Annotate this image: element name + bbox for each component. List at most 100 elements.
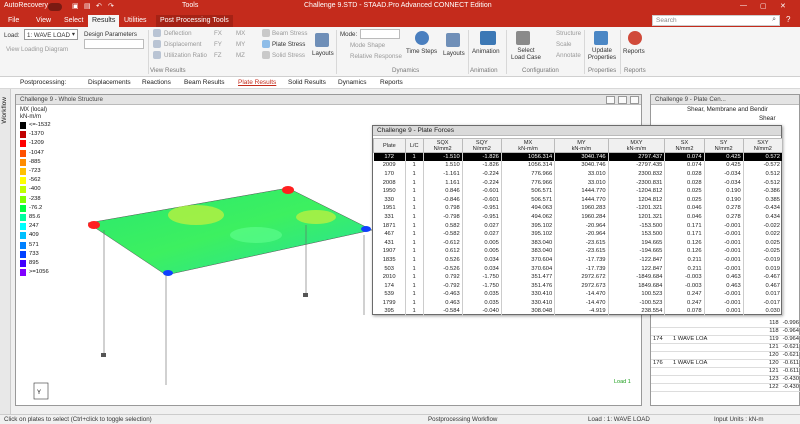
relative-response-button[interactable]: Relative Response	[350, 53, 402, 60]
fz-button[interactable]: FZ	[214, 52, 222, 59]
pp-tab-displacements[interactable]: Displacements	[88, 79, 131, 86]
deflection-button[interactable]: Deflection	[164, 30, 192, 37]
column-header[interactable]: SQY N/mm2	[461, 138, 502, 153]
reports-button[interactable]: Reports	[623, 48, 645, 55]
table-row[interactable]: 1951 1 0.798 -0.951 494.063 1960.283 -1201.321…	[373, 204, 784, 213]
update-properties-button[interactable]: Update Properties	[587, 47, 617, 61]
load-select[interactable]: 1: WAVE LOAD ▾	[24, 29, 78, 40]
open-icon[interactable]: ▤	[84, 2, 91, 10]
undo-icon[interactable]: ↶	[96, 2, 102, 10]
table-row[interactable]: 467 1 -0.582 0.027 395.102 -20.964 153.500 0.17…	[373, 229, 784, 239]
utilization-ratio-button[interactable]: Utilization Ratio	[164, 52, 207, 59]
mode-shape-button[interactable]: Mode Shape	[350, 42, 385, 49]
plate-centre-table[interactable]: 118 -0.996 118 -0.964 174 1 WAVE LOA 119 -0.964…	[651, 319, 800, 392]
beam-stress-button[interactable]: Beam Stress	[272, 30, 307, 37]
table-row[interactable]: 503 1 -0.526 0.034 370.604 -17.739 122.847 0.21…	[373, 264, 784, 273]
layouts-button-dynamics[interactable]: Layouts	[443, 50, 465, 57]
support-node[interactable]	[303, 293, 308, 297]
tab-post-processing-tools[interactable]: Post Processing Tools	[156, 15, 233, 27]
table-row[interactable]: 1907 1 0.612 0.005 383.040 -23.615 -194.665 0.1…	[373, 247, 784, 256]
pp-tab-solid-results[interactable]: Solid Results	[288, 79, 326, 86]
workflow-label[interactable]: Workflow	[1, 97, 8, 124]
column-header[interactable]: MXY kN-m/m	[607, 138, 666, 153]
tab-file[interactable]: File	[4, 15, 23, 27]
help-icon[interactable]: ?	[786, 15, 790, 24]
tab-view[interactable]: View	[32, 15, 55, 27]
column-header[interactable]: Plate	[373, 138, 406, 153]
pp-tab-reports[interactable]: Reports	[380, 79, 403, 86]
table-row[interactable]: 123 -0.430	[651, 375, 800, 384]
column-header[interactable]: SY N/mm2	[703, 138, 744, 153]
table-row[interactable]: 331 1 -0.798 -0.951 494.062 1960.284 1201.321 0…	[373, 212, 784, 222]
mode-select[interactable]	[360, 29, 400, 39]
table-row[interactable]: 118 -0.964	[651, 327, 800, 336]
layouts-button[interactable]: Layouts	[312, 50, 334, 57]
table-row[interactable]: 174 1 WAVE LOA 119 -0.964	[651, 335, 800, 344]
table-row[interactable]: 2009 1 1.510 -1.826 1056.314 3040.746 -2797.43…	[373, 161, 784, 170]
table-row[interactable]: 431 1 -0.612 0.005 383.040 -23.615 194.665 0.12…	[373, 238, 784, 248]
column-header[interactable]: L/C	[404, 138, 424, 153]
table-row[interactable]: 1835 1 0.526 0.034 370.604 -17.739 -122.847 0.2…	[373, 255, 784, 265]
workflow-strip[interactable]: Workflow	[0, 89, 11, 414]
annotate-button[interactable]: Annotate	[556, 52, 581, 59]
table-row[interactable]: 170 1 -1.161 -0.224 776.966 33.010 2300.832 0.0…	[373, 169, 784, 179]
pp-tab-plate-results[interactable]: Plate Results	[238, 79, 276, 86]
table-row[interactable]: 176 1 WAVE LOA 120 -0.611	[651, 359, 800, 368]
close-button[interactable]: ✕	[780, 2, 786, 10]
restore-window-button[interactable]	[618, 96, 627, 104]
time-steps-button[interactable]: Time Steps	[406, 48, 437, 55]
plate-surface[interactable]	[87, 187, 373, 276]
table-row[interactable]: 174 1 -0.792 -1.750 351.476 2972.673 1849.684-…	[373, 281, 784, 290]
scale-button[interactable]: Scale	[556, 41, 571, 48]
tab-utilities[interactable]: Utilities	[120, 15, 151, 27]
plate-forces-window[interactable]: Challenge 9 - Plate Forces Plate L/C SQX N/…	[372, 125, 784, 316]
save-icon[interactable]: ▣	[72, 2, 79, 10]
table-row[interactable]: 1950 1 0.846 -0.601 506.571 1444.770 -1204.812…	[373, 186, 784, 196]
view-loading-diagram-button[interactable]: View Loading Diagram	[6, 46, 68, 53]
select-load-case-button[interactable]: Select Load Case	[510, 47, 542, 61]
column-header[interactable]: SQX N/mm2	[422, 138, 463, 153]
pp-tab-dynamics[interactable]: Dynamics	[338, 79, 367, 86]
table-row[interactable]: 2008 1 1.161 -0.224 776.966 33.010 -2300.831 0.…	[373, 178, 784, 187]
tab-results[interactable]: Results	[88, 15, 120, 27]
plate-forces-table[interactable]: Plate L/C SQX N/mm2 SQY N/mm2 MX kN-m/m MY kN-m/m…	[373, 138, 784, 316]
table-row[interactable]: 122 -0.430	[651, 383, 800, 392]
mz-button[interactable]: MZ	[236, 52, 245, 59]
table-row[interactable]: 118 -0.996	[651, 319, 800, 328]
fx-button[interactable]: FX	[214, 30, 222, 37]
pp-tab-beam-results[interactable]: Beam Results	[184, 79, 224, 86]
structure-button[interactable]: Structure	[556, 30, 581, 37]
table-row[interactable]: 539 1 -0.463 0.035 330.410 -14.470 100.523 0.24…	[373, 290, 784, 299]
table-row[interactable]: 2010 1 0.792 -1.750 351.477 2972.672 -1849.684…	[373, 272, 784, 282]
table-row[interactable]: 330 1 -0.846 -0.601 506.571 1444.770 1204.812 0…	[373, 195, 784, 205]
mx-button[interactable]: MX	[236, 30, 245, 37]
autorecovery-toggle[interactable]	[48, 3, 62, 11]
animation-button[interactable]: Animation	[472, 48, 500, 55]
minimize-button[interactable]: —	[740, 2, 747, 9]
search-box[interactable]: Search ⌕	[652, 15, 780, 26]
table-row[interactable]: 120 -0.621	[651, 351, 800, 360]
table-row[interactable]: 1871 1 0.582 0.027 395.102 -20.964 -153.500 0.1…	[373, 221, 784, 230]
tab-select[interactable]: Select	[60, 15, 87, 27]
plate-stress-button[interactable]: Plate Stress	[272, 41, 305, 48]
table-row[interactable]: 172 1 -1.510 -1.826 1056.314 3040.746 2797.437…	[373, 152, 784, 162]
pp-tab-reactions[interactable]: Reactions	[142, 79, 171, 86]
autorecovery-label[interactable]: AutoRecovery	[4, 2, 48, 9]
column-header[interactable]: MX kN-m/m	[500, 138, 556, 153]
displacement-button[interactable]: Displacement	[164, 41, 202, 48]
search-icon[interactable]: ⌕	[772, 16, 776, 24]
solid-stress-button[interactable]: Solid Stress	[272, 52, 305, 59]
table-row[interactable]: 121 -0.621	[651, 343, 800, 352]
column-header[interactable]: SXY N/mm2	[742, 138, 784, 153]
search-input[interactable]: Search	[656, 17, 677, 24]
minimize-window-button[interactable]	[606, 96, 615, 104]
redo-icon[interactable]: ↷	[108, 2, 114, 10]
table-row[interactable]: 1799 1 0.463 0.035 330.410 -14.470 -100.523 0.2…	[373, 298, 784, 308]
table-row[interactable]: 121 -0.611	[651, 367, 800, 376]
column-header[interactable]: MY kN-m/m	[554, 138, 609, 153]
maximize-button[interactable]: ▢	[760, 2, 767, 10]
table-row[interactable]: 395 1 -0.584 -0.040 308.048 -4.919 238.554 0.07…	[373, 307, 784, 316]
my-button[interactable]: MY	[236, 41, 245, 48]
close-window-button[interactable]	[630, 96, 639, 104]
fy-button[interactable]: FY	[214, 41, 222, 48]
